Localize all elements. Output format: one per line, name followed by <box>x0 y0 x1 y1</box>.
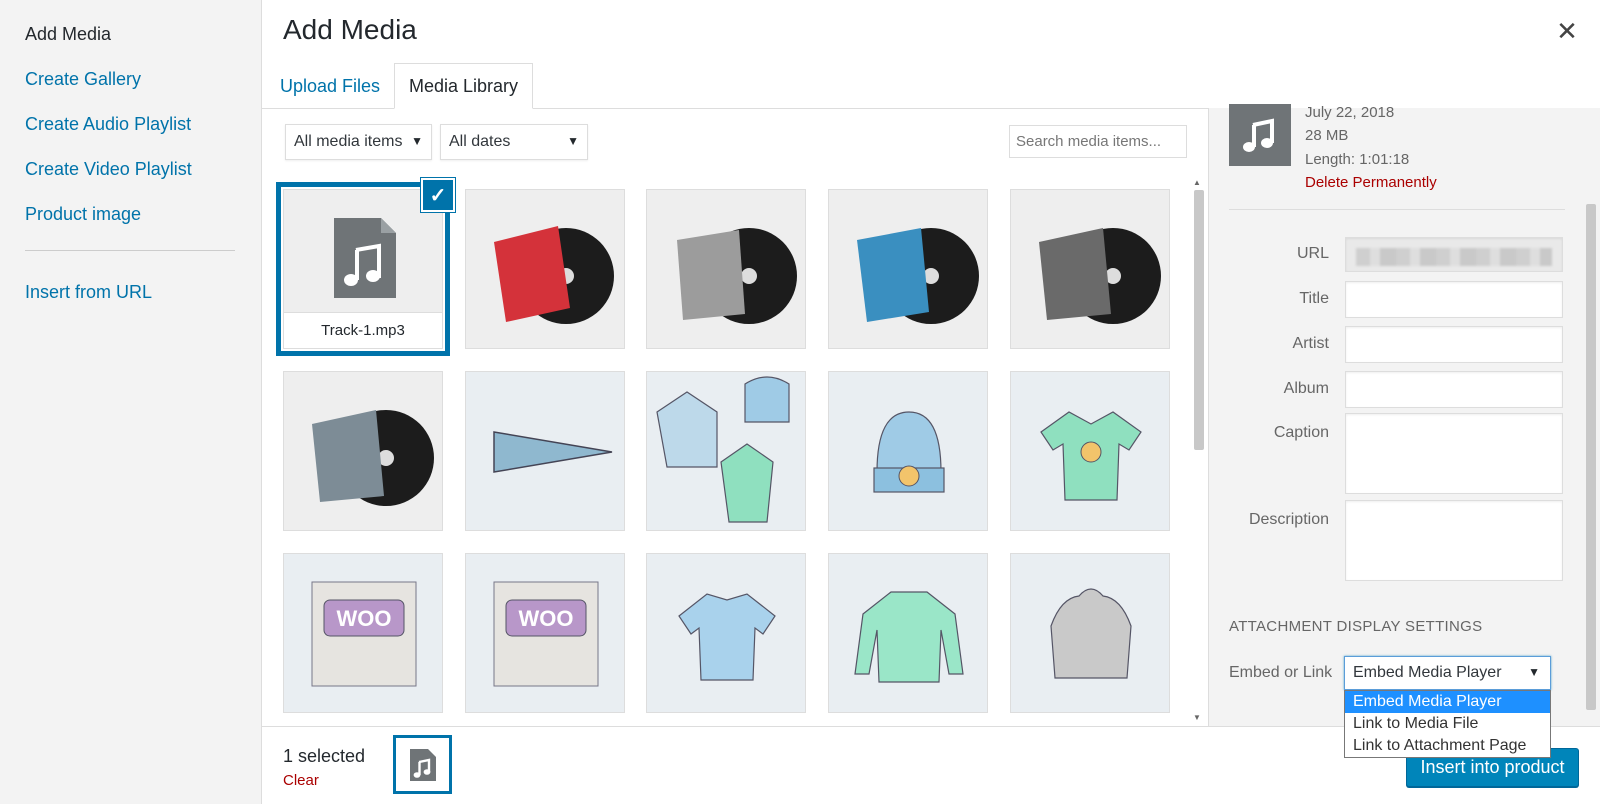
hoodie-image <box>1050 588 1132 679</box>
scroll-up-arrow[interactable]: ▲ <box>1193 178 1201 187</box>
date-filter[interactable]: All dates ▼ <box>440 124 588 160</box>
attachment-woo-album[interactable]: WOO <box>465 553 625 713</box>
embed-select-value: Embed Media Player <box>1353 664 1502 681</box>
beanie-image <box>873 411 945 493</box>
embed-or-link-label: Embed or Link <box>1229 664 1333 681</box>
attachment-vinyl-grey[interactable] <box>646 189 806 349</box>
tab-upload-files[interactable]: Upload Files <box>275 63 385 109</box>
artist-field[interactable] <box>1345 326 1563 363</box>
attachment-length: Length: 1:01:18 <box>1305 151 1410 168</box>
attachment-vinyl-blue[interactable] <box>828 189 988 349</box>
menu-item-add-media[interactable]: Add Media <box>25 24 111 45</box>
album-label: Album <box>1283 380 1329 397</box>
selection-count: 1 selected <box>283 746 366 766</box>
attachment-woo-single[interactable]: WOO <box>283 553 443 713</box>
attachment-vinyl-dark[interactable] <box>1010 189 1170 349</box>
media-type-filter-value: All media items <box>294 133 403 150</box>
audio-file-icon <box>334 218 396 298</box>
chevron-down-icon: ▼ <box>567 134 579 148</box>
description-label: Description <box>1248 511 1329 528</box>
description-field[interactable] <box>1345 500 1563 581</box>
attachment-vinyl-woo[interactable] <box>283 371 443 531</box>
close-icon[interactable]: ✕ <box>1552 16 1582 46</box>
vinyl-album-image <box>494 226 614 324</box>
option-embed-media-player[interactable]: Embed Media Player <box>1345 691 1550 713</box>
attachment-long-sleeve[interactable] <box>828 553 988 713</box>
tshirt-image <box>1040 411 1142 501</box>
long-sleeve-shirt-image <box>854 591 964 683</box>
woo-poster-image: WOO <box>493 581 599 687</box>
attachment-pennant[interactable] <box>465 371 625 531</box>
scroll-down-arrow[interactable]: ▼ <box>1193 713 1201 722</box>
delete-permanently-link[interactable]: Delete Permanently <box>1305 174 1437 191</box>
caption-field[interactable] <box>1345 413 1563 494</box>
option-link-to-media-file[interactable]: Link to Media File <box>1345 713 1550 735</box>
checkmark-icon[interactable]: ✓ <box>421 178 455 212</box>
details-separator <box>1229 209 1565 210</box>
attachment-date: July 22, 2018 <box>1305 104 1395 121</box>
title-label: Title <box>1299 290 1329 307</box>
album-field[interactable] <box>1345 371 1563 408</box>
menu-item-create-audio-playlist[interactable]: Create Audio Playlist <box>25 114 191 135</box>
display-settings-heading: ATTACHMENT DISPLAY SETTINGS <box>1229 618 1483 635</box>
attachment-vneck-tshirt[interactable] <box>1010 371 1170 531</box>
svg-text:WOO: WOO <box>337 606 392 631</box>
audio-file-icon <box>409 748 436 781</box>
pennant-image <box>493 431 613 473</box>
date-filter-value: All dates <box>449 133 511 150</box>
selected-attachment-thumbnail[interactable] <box>393 735 452 794</box>
polo-shirt-image <box>678 593 776 681</box>
chevron-down-icon: ▼ <box>411 134 423 148</box>
menu-item-product-image[interactable]: Product image <box>25 204 141 225</box>
attachment-clothing-set[interactable] <box>646 371 806 531</box>
attachment-size: 28 MB <box>1305 127 1349 144</box>
sidebar-scrollbar[interactable] <box>1586 204 1596 710</box>
woo-poster-image: WOO <box>311 581 417 687</box>
svg-text:WOO: WOO <box>519 606 574 631</box>
menu-item-create-video-playlist[interactable]: Create Video Playlist <box>25 159 192 180</box>
embed-options-dropdown: Embed Media Player Link to Media File Li… <box>1344 690 1551 758</box>
menu-item-insert-from-url[interactable]: Insert from URL <box>25 282 152 303</box>
vinyl-album-image <box>1039 228 1161 324</box>
tab-media-library[interactable]: Media Library <box>394 63 533 109</box>
search-input[interactable] <box>1009 125 1187 158</box>
clothing-set-image <box>656 376 790 523</box>
media-menu: Add Media Create Gallery Create Audio Pl… <box>0 0 262 804</box>
attachment-polo-shirt[interactable] <box>646 553 806 713</box>
attachment-vinyl-red[interactable] <box>465 189 625 349</box>
artist-label: Artist <box>1292 335 1329 352</box>
clear-selection-link[interactable]: Clear <box>283 772 319 789</box>
media-type-filter[interactable]: All media items ▼ <box>285 124 432 160</box>
modal-title: Add Media <box>283 14 417 45</box>
media-grid: Track-1.mp3 WOO WOO <box>262 170 1192 726</box>
chevron-down-icon: ▼ <box>1528 665 1540 679</box>
option-link-to-attachment-page[interactable]: Link to Attachment Page <box>1345 735 1550 757</box>
embed-or-link-select[interactable]: Embed Media Player ▼ <box>1344 656 1551 690</box>
menu-separator <box>25 250 235 251</box>
grid-scrollbar[interactable] <box>1194 190 1204 450</box>
caption-label: Caption <box>1273 424 1329 441</box>
attachment-hoodie[interactable] <box>1010 553 1170 713</box>
attachment-audio-track[interactable]: Track-1.mp3 <box>276 182 450 356</box>
vinyl-album-image <box>857 228 979 324</box>
menu-item-create-gallery[interactable]: Create Gallery <box>25 69 141 90</box>
music-note-icon <box>1229 104 1291 166</box>
title-field[interactable] <box>1345 281 1563 318</box>
vinyl-album-image <box>677 228 797 324</box>
url-label: URL <box>1296 245 1329 262</box>
vinyl-album-image <box>312 410 434 506</box>
attachment-beanie[interactable] <box>828 371 988 531</box>
attachment-filename: Track-1.mp3 <box>284 312 442 348</box>
url-value-redacted <box>1356 248 1552 266</box>
